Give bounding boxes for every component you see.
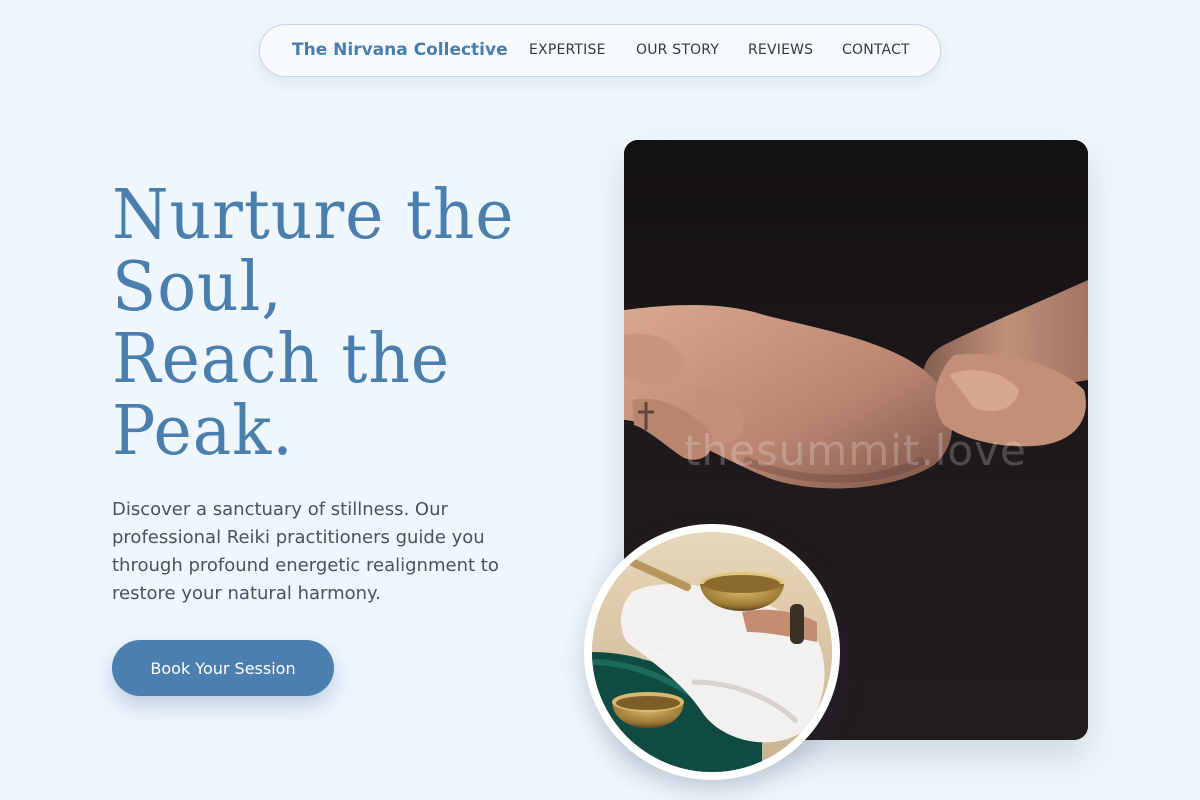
headline-line-3: Reach the: [112, 320, 451, 399]
hero-description: Discover a sanctuary of stillness. Our p…: [112, 499, 499, 604]
top-nav: The Nirvana Collective EXPERTISE OUR STO…: [259, 24, 941, 77]
book-session-button[interactable]: Book Your Session: [112, 640, 334, 696]
nav-link-contact[interactable]: CONTACT: [842, 42, 910, 58]
nav-link-our-story[interactable]: OUR STORY: [636, 42, 719, 58]
hero-headline: Nurture the Soul, Reach the Peak.: [112, 180, 559, 468]
headline-line-4: Peak.: [112, 392, 294, 471]
nav-link-reviews[interactable]: REVIEWS: [748, 42, 813, 58]
brand-logo-link[interactable]: The Nirvana Collective: [292, 40, 508, 60]
image-watermark: thesummit.love: [684, 426, 1027, 475]
page: The Nirvana Collective EXPERTISE OUR STO…: [0, 0, 1200, 800]
headline-line-1: Nurture the: [112, 176, 515, 255]
circle-image-watermark: thesummit.love: [640, 648, 750, 664]
headline-line-2: Soul,: [112, 248, 283, 327]
singing-bowl-image: thesummit.love: [584, 524, 840, 780]
nav-link-expertise[interactable]: EXPERTISE: [529, 42, 606, 58]
